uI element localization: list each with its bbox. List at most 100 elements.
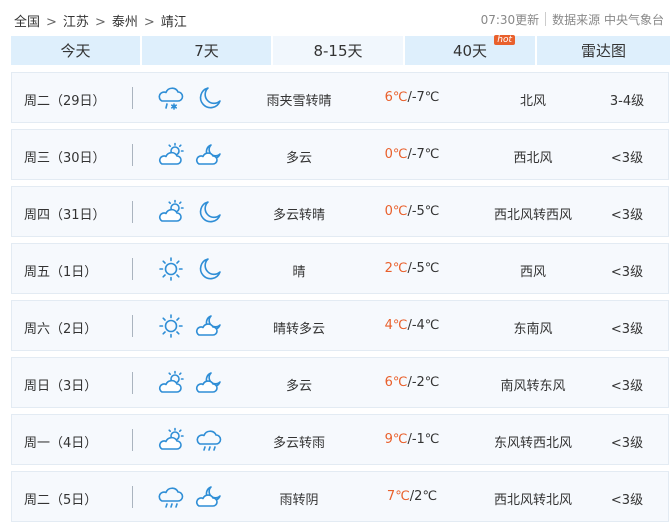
weather-description: 多云 bbox=[285, 379, 312, 394]
tab-label: 雷达图 bbox=[580, 42, 626, 60]
partly-cloudy-day-icon bbox=[157, 142, 185, 168]
temperature-high: 0℃ bbox=[384, 204, 408, 219]
forecast-day: 周一（4日） bbox=[24, 436, 98, 451]
temperature-range: 4℃/-4℃ bbox=[352, 318, 472, 333]
wind-level: <3级 bbox=[610, 322, 644, 337]
temperature-high: 0℃ bbox=[384, 147, 408, 162]
breadcrumb-separator: > bbox=[94, 15, 106, 30]
partly-cloudy-night-icon bbox=[195, 370, 223, 396]
moon-icon bbox=[195, 256, 223, 282]
breadcrumb-link-country[interactable]: 全国 bbox=[14, 15, 40, 30]
wind-level: <3级 bbox=[610, 151, 644, 166]
forecast-day: 周五（1日） bbox=[24, 265, 98, 280]
moon-icon bbox=[195, 199, 223, 225]
wind-direction: 西北风 bbox=[513, 151, 553, 166]
partly-cloudy-day-icon bbox=[157, 199, 185, 225]
wind-direction: 西北风转北风 bbox=[493, 493, 572, 508]
data-source: 数据来源 中央气象台 bbox=[552, 13, 664, 27]
tab-label: 40天 bbox=[452, 42, 488, 60]
row-divider bbox=[132, 258, 133, 280]
wind-direction: 北风 bbox=[519, 94, 546, 109]
tab-7-days[interactable]: 7天 bbox=[142, 36, 273, 65]
wind-level: <3级 bbox=[610, 493, 644, 508]
weather-description: 雨转阴 bbox=[279, 493, 319, 508]
breadcrumb-separator: > bbox=[46, 15, 57, 30]
partly-cloudy-night-icon bbox=[195, 142, 223, 168]
partly-cloudy-night-icon bbox=[195, 313, 223, 339]
tab-today[interactable]: 今天 bbox=[11, 36, 142, 65]
temperature-low: /-2℃ bbox=[407, 375, 440, 390]
wind-level: <3级 bbox=[610, 436, 644, 451]
tab-label: 今天 bbox=[60, 42, 91, 60]
row-divider bbox=[132, 372, 133, 394]
temperature-range: 7℃/2℃ bbox=[352, 489, 472, 504]
row-divider bbox=[132, 201, 133, 223]
sun-icon bbox=[157, 256, 185, 282]
tab-label: 8-15天 bbox=[313, 42, 363, 60]
tab-8-15-days[interactable]: 8-15天 bbox=[273, 36, 405, 65]
temperature-range: 6℃/-7℃ bbox=[352, 90, 472, 105]
temperature-low: /-5℃ bbox=[407, 261, 440, 276]
forecast-day: 周日（3日） bbox=[24, 379, 98, 394]
temperature-low: /-4℃ bbox=[407, 318, 440, 333]
wind-level: 3-4级 bbox=[609, 94, 645, 109]
forecast-row: 周二（5日） 雨转阴 7℃/2℃ 西北风转北风 <3级 bbox=[11, 471, 669, 522]
forecast-day: 周二（5日） bbox=[24, 493, 98, 508]
forecast-row: 周二（29日） 雨夹雪转晴 6℃/-7℃ 北风 3-4级 bbox=[11, 72, 669, 123]
wind-level: <3级 bbox=[610, 265, 644, 280]
forecast-day: 周四（31日） bbox=[24, 208, 106, 223]
temperature-high: 6℃ bbox=[384, 375, 408, 390]
forecast-day: 周三（30日） bbox=[24, 151, 106, 166]
wind-direction: 南风转东风 bbox=[500, 379, 566, 394]
top-bar: 全国 > 江苏 > 泰州 > 靖江 07:30更新 数据来源 中央气象台 bbox=[0, 0, 670, 36]
forecast-day: 周六（2日） bbox=[24, 322, 98, 337]
forecast-tabs: 今天 7天 8-15天 40天 hot 雷达图 bbox=[11, 35, 670, 65]
temperature-high: 7℃ bbox=[386, 489, 410, 504]
rain-icon bbox=[157, 484, 185, 510]
wind-direction: 西北风转西风 bbox=[493, 208, 572, 223]
weather-description: 多云 bbox=[285, 151, 312, 166]
breadcrumb-current: 靖江 bbox=[160, 15, 187, 30]
temperature-high: 6℃ bbox=[384, 90, 408, 105]
partly-cloudy-day-icon bbox=[157, 427, 185, 453]
moon-icon bbox=[195, 85, 223, 111]
breadcrumb-link-city[interactable]: 泰州 bbox=[112, 15, 138, 30]
breadcrumb-link-province[interactable]: 江苏 bbox=[63, 15, 89, 30]
weather-description: 多云转雨 bbox=[272, 436, 325, 451]
tab-radar[interactable]: 雷达图 bbox=[537, 36, 670, 65]
breadcrumb-separator: > bbox=[143, 15, 155, 30]
meta-divider bbox=[545, 12, 547, 26]
forecast-row: 周一（4日） 多云转雨 9℃/-1℃ 东风转西北风 <3级 bbox=[11, 414, 669, 465]
weather-description: 晴 bbox=[292, 265, 306, 280]
temperature-range: 2℃/-5℃ bbox=[352, 261, 472, 276]
temperature-high: 4℃ bbox=[384, 318, 408, 333]
forecast-row: 周日（3日） 多云 6℃/-2℃ 南风转东风 <3级 bbox=[11, 357, 669, 408]
weather-description: 晴转多云 bbox=[272, 322, 325, 337]
forecast-day: 周二（29日） bbox=[24, 94, 106, 109]
temperature-low: /-7℃ bbox=[407, 147, 440, 162]
wind-level: <3级 bbox=[610, 379, 644, 394]
temperature-range: 9℃/-1℃ bbox=[352, 432, 472, 447]
temperature-low: /2℃ bbox=[409, 489, 438, 504]
temperature-high: 2℃ bbox=[384, 261, 408, 276]
wind-level: <3级 bbox=[610, 208, 644, 223]
tab-40-days[interactable]: 40天 hot bbox=[405, 35, 537, 65]
partly-cloudy-day-icon bbox=[157, 370, 185, 396]
partly-cloudy-night-icon bbox=[195, 484, 223, 510]
forecast-row: 周五（1日） 晴 2℃/-5℃ 西风 <3级 bbox=[11, 243, 669, 294]
wind-direction: 东风转西北风 bbox=[493, 436, 572, 451]
temperature-low: /-1℃ bbox=[407, 432, 440, 447]
weather-description: 多云转晴 bbox=[272, 208, 325, 223]
sun-icon bbox=[157, 313, 185, 339]
wind-direction: 东南风 bbox=[513, 322, 553, 337]
breadcrumb: 全国 > 江苏 > 泰州 > 靖江 bbox=[14, 11, 187, 30]
row-divider bbox=[132, 87, 133, 109]
sleet-icon bbox=[157, 85, 185, 111]
row-divider bbox=[132, 429, 133, 451]
temperature-range: 0℃/-7℃ bbox=[352, 147, 472, 162]
update-time: 07:30更新 bbox=[480, 13, 540, 27]
row-divider bbox=[132, 486, 133, 508]
temperature-low: /-7℃ bbox=[407, 90, 440, 105]
weather-description: 雨夹雪转晴 bbox=[266, 94, 332, 109]
update-info: 07:30更新 数据来源 中央气象台 bbox=[481, 11, 664, 28]
